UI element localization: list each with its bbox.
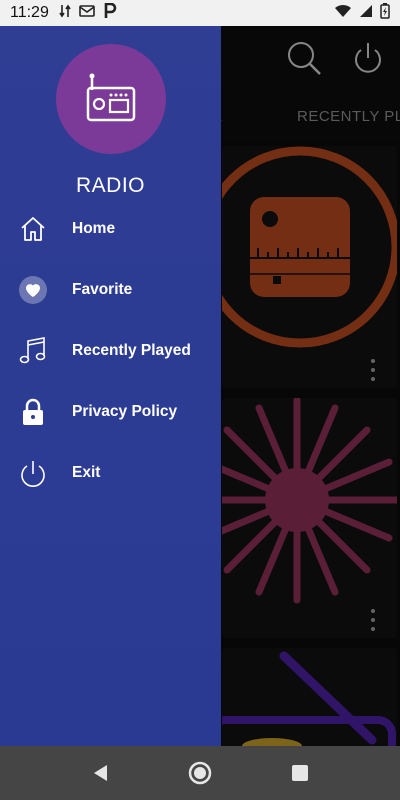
menu-item-label: Favorite bbox=[72, 281, 133, 298]
outlook-icon bbox=[79, 4, 95, 23]
power-icon bbox=[18, 458, 48, 488]
menu-item-label: Exit bbox=[72, 464, 101, 481]
home-icon bbox=[18, 214, 48, 244]
data-transfer-icon bbox=[59, 4, 71, 23]
signal-icon bbox=[359, 4, 373, 23]
menu-item-label: Recently Played bbox=[72, 342, 191, 359]
home-circle-icon[interactable] bbox=[188, 761, 212, 785]
status-bar: 11:29 bbox=[0, 0, 400, 26]
menu-item-favorite[interactable]: Favorite bbox=[0, 264, 221, 316]
music-note-icon bbox=[18, 336, 48, 366]
menu-item-recently-played[interactable]: Recently Played bbox=[0, 325, 221, 377]
menu-item-privacy-policy[interactable]: Privacy Policy bbox=[0, 386, 221, 438]
status-left: 11:29 bbox=[10, 2, 117, 24]
radio-logo bbox=[56, 44, 166, 154]
battery-icon bbox=[380, 2, 390, 24]
status-notification-icons bbox=[59, 2, 117, 24]
back-icon[interactable] bbox=[88, 761, 112, 785]
radio-icon bbox=[84, 70, 138, 129]
menu-item-home[interactable]: Home bbox=[0, 203, 221, 255]
heart-icon bbox=[18, 275, 48, 305]
drawer-title: RADIO bbox=[75, 174, 145, 197]
parking-icon bbox=[103, 2, 117, 24]
menu-item-exit[interactable]: Exit bbox=[0, 447, 221, 499]
menu-item-label: Privacy Policy bbox=[72, 403, 178, 420]
status-system-icons bbox=[334, 2, 390, 24]
wifi-icon bbox=[334, 4, 352, 23]
navigation-drawer: RADIO Home Favorite Recently Played Priv… bbox=[0, 26, 221, 746]
lock-icon bbox=[18, 397, 48, 427]
system-nav-bar bbox=[0, 746, 400, 800]
status-time: 11:29 bbox=[10, 4, 49, 21]
recents-icon[interactable] bbox=[288, 761, 312, 785]
menu-item-label: Home bbox=[72, 220, 116, 237]
